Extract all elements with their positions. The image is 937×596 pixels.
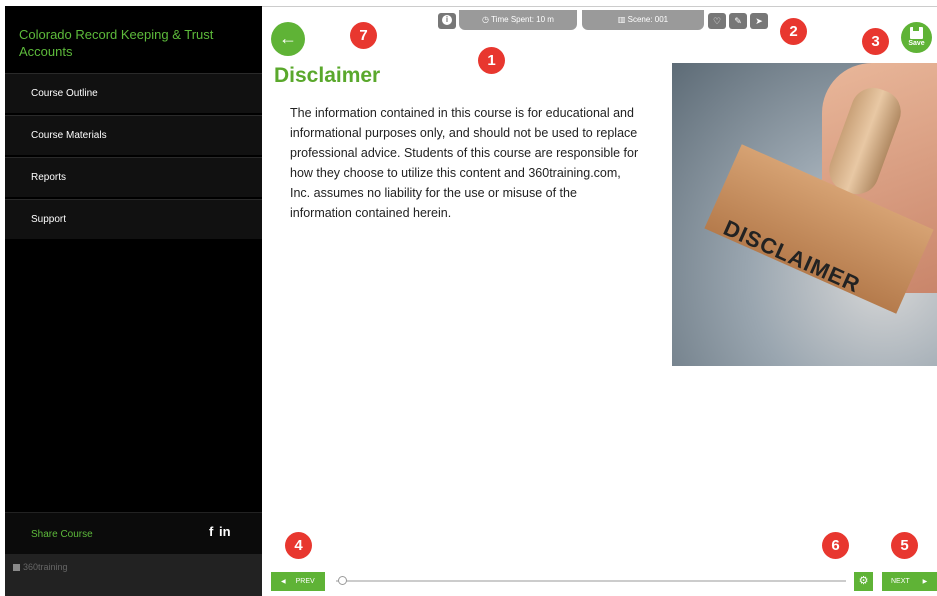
sidebar-item-course-materials[interactable]: Course Materials bbox=[5, 115, 262, 155]
book-icon: ▥ bbox=[617, 15, 628, 24]
paper-plane-icon: ➤ bbox=[755, 16, 763, 26]
sidebar-item-reports[interactable]: Reports bbox=[5, 157, 262, 197]
facebook-icon[interactable]: f bbox=[209, 524, 213, 539]
time-spent-text: Time Spent: 10 m bbox=[491, 15, 554, 24]
callout-badge-2: 2 bbox=[780, 18, 807, 45]
callout-badge-4: 4 bbox=[285, 532, 312, 559]
course-title: Colorado Record Keeping & Trust Accounts bbox=[19, 27, 214, 59]
top-divider bbox=[262, 6, 937, 7]
send-button[interactable]: ➤ bbox=[750, 13, 768, 29]
save-label: Save bbox=[908, 40, 925, 47]
callout-badge-7: 7 bbox=[350, 22, 377, 49]
heart-icon: ♡ bbox=[712, 16, 722, 26]
gear-icon: ⚙ bbox=[858, 575, 869, 587]
edit-icon: ✎ bbox=[734, 16, 742, 26]
save-button[interactable]: Save bbox=[901, 22, 932, 53]
scene-indicator: ▥ Scene: 001 bbox=[582, 10, 704, 30]
callout-badge-1: 1 bbox=[478, 47, 505, 74]
broken-logo-image: 360training bbox=[13, 562, 68, 572]
progress-slider-thumb[interactable] bbox=[338, 576, 347, 585]
next-button[interactable]: NEXT bbox=[882, 572, 937, 591]
callout-badge-6: 6 bbox=[822, 532, 849, 559]
logo-bar: 360training bbox=[5, 554, 262, 596]
bookmark-button[interactable]: ♡ bbox=[708, 13, 726, 29]
prev-button[interactable]: PREV bbox=[271, 572, 325, 591]
share-bar: Share Course f in bbox=[5, 512, 262, 554]
notes-button[interactable]: ✎ bbox=[729, 13, 747, 29]
share-course-label[interactable]: Share Course bbox=[31, 529, 93, 540]
info-icon: i bbox=[442, 15, 452, 25]
linkedin-icon[interactable]: in bbox=[219, 524, 231, 539]
disclaimer-stamp-image: DISCLAIMER bbox=[672, 63, 937, 366]
sidebar-item-support[interactable]: Support bbox=[5, 199, 262, 239]
floppy-disk-icon bbox=[910, 27, 923, 39]
page-title: Disclaimer bbox=[274, 64, 381, 87]
sidebar: Colorado Record Keeping & Trust Accounts… bbox=[5, 6, 262, 596]
callout-badge-3: 3 bbox=[862, 28, 889, 55]
back-button[interactable]: ← bbox=[271, 22, 305, 56]
info-button[interactable]: i bbox=[438, 13, 456, 29]
settings-button[interactable]: ⚙ bbox=[854, 572, 873, 591]
arrow-left-icon: ← bbox=[279, 28, 297, 48]
progress-slider-track[interactable] bbox=[336, 580, 846, 582]
sidebar-item-course-outline[interactable]: Course Outline bbox=[5, 73, 262, 113]
scene-text: Scene: 001 bbox=[627, 15, 669, 24]
callout-badge-5: 5 bbox=[891, 532, 918, 559]
disclaimer-body-text: The information contained in this course… bbox=[290, 106, 639, 220]
time-spent-indicator: ◷ Time Spent: 10 m bbox=[459, 10, 577, 30]
clock-icon: ◷ bbox=[482, 15, 492, 24]
